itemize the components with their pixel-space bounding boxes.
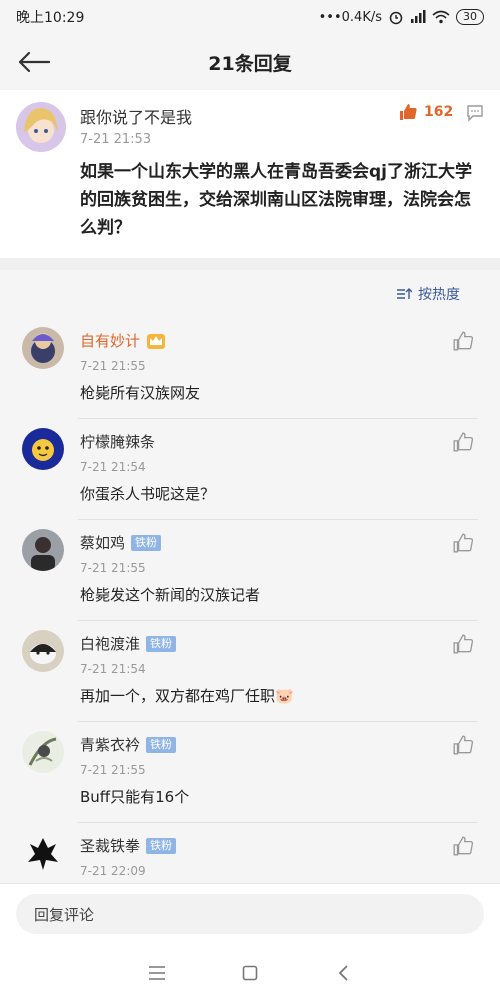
post-time: 7-21 21:53 — [80, 132, 152, 147]
post-body: 如果一个山东大学的黑人在青岛吾委会qj了浙江大学的回族贫困生，交给深圳南山区法院… — [80, 162, 472, 238]
thumbs-up-icon — [453, 331, 474, 351]
menu-button[interactable] — [142, 958, 172, 988]
avatar[interactable] — [22, 529, 64, 571]
reply-time: 7-21 21:55 — [80, 763, 146, 777]
sort-toggle[interactable]: 按热度 — [0, 270, 500, 318]
reply-time: 7-21 22:09 — [80, 864, 146, 878]
reply-author[interactable]: 圣裁铁拳 — [80, 835, 140, 856]
thumbs-up-icon — [453, 634, 474, 654]
avatar[interactable] — [22, 630, 64, 672]
comment-icon — [467, 105, 483, 122]
avatar[interactable] — [22, 832, 64, 874]
reply-bar: 回复评论 — [0, 883, 500, 945]
alarm-icon — [389, 11, 403, 25]
page-title: 21条回复 — [208, 52, 292, 75]
reply-item: 青紫衣衿 铁粉 7-21 21:55 Buff只能有16个 — [0, 722, 500, 823]
nav-back-button[interactable] — [328, 958, 358, 988]
status-bar: 晚上10:29 •••0.4K/s 30 — [0, 0, 500, 34]
reply-list[interactable]: 按热度 自有妙计 7-21 21:55 枪毙所有汉族网友 柠檬腌辣条 7-21 … — [0, 270, 500, 883]
avatar[interactable] — [22, 731, 64, 773]
comment-button[interactable] — [466, 104, 484, 126]
menu-icon — [148, 965, 165, 980]
signal-icon — [411, 10, 426, 23]
reply-text: Buff只能有16个 — [80, 788, 190, 806]
fan-badge: 铁粉 — [146, 635, 177, 652]
status-time: 晚上10:29 — [16, 10, 85, 26]
avatar[interactable] — [22, 327, 64, 369]
status-icons: •••0.4K/s 30 — [319, 9, 484, 25]
thumbs-up-icon — [400, 104, 417, 120]
post-author[interactable]: 跟你说了不是我 — [80, 104, 192, 128]
fan-badge: 铁粉 — [146, 837, 177, 854]
like-button[interactable] — [452, 431, 474, 457]
network-speed: •••0.4K/s — [318, 9, 382, 25]
reply-item: 自有妙计 7-21 21:55 枪毙所有汉族网友 — [0, 318, 500, 419]
reply-time: 7-21 21:55 — [80, 359, 146, 373]
system-nav-bar — [0, 945, 500, 1000]
avatar[interactable] — [16, 102, 66, 152]
sort-icon — [397, 288, 412, 299]
like-button[interactable] — [452, 633, 474, 659]
home-button[interactable] — [235, 958, 265, 988]
crown-vip-icon — [147, 333, 166, 349]
like-button[interactable]: 162 — [398, 102, 453, 122]
reply-input[interactable]: 回复评论 — [16, 894, 484, 934]
fan-badge: 铁粉 — [131, 534, 162, 551]
like-button[interactable] — [452, 532, 474, 558]
original-post: 跟你说了不是我 7-21 21:53 162 如果一个山东大学的黑人在青岛吾委会… — [0, 90, 500, 258]
thumbs-up-icon — [453, 836, 474, 856]
like-button[interactable] — [452, 330, 474, 356]
reply-item: 白袍渡淮 铁粉 7-21 21:54 再加一个，双方都在鸡厂任职🐷 — [0, 621, 500, 722]
home-square-icon — [242, 965, 258, 980]
reply-author[interactable]: 青紫衣衿 — [80, 734, 140, 755]
fan-badge: 铁粉 — [146, 736, 177, 753]
reply-item: 柠檬腌辣条 7-21 21:54 你蛋杀人书呢这是？ — [0, 419, 500, 520]
thumbs-up-icon — [453, 432, 474, 452]
reply-time: 7-21 21:55 — [80, 561, 146, 575]
reply-item: 圣裁铁拳 铁粉 7-21 22:09 — [0, 823, 500, 883]
reply-author[interactable]: 蔡如鸡 — [80, 532, 125, 553]
reply-time: 7-21 21:54 — [80, 662, 146, 676]
reply-text: 再加一个，双方都在鸡厂任职🐷 — [80, 687, 294, 705]
thumbs-up-icon — [453, 533, 474, 553]
reply-text: 枪毙发这个新闻的汉族记者 — [80, 586, 261, 604]
section-divider — [0, 258, 500, 270]
sort-label: 按热度 — [418, 287, 460, 303]
battery-indicator: 30 — [456, 9, 484, 25]
reply-text: 枪毙所有汉族网友 — [80, 384, 201, 402]
reply-author[interactable]: 白袍渡淮 — [80, 633, 140, 654]
like-button[interactable] — [452, 734, 474, 760]
reply-author[interactable]: 柠檬腌辣条 — [80, 431, 155, 452]
like-button[interactable] — [452, 835, 474, 861]
back-button[interactable] — [14, 46, 54, 78]
reply-time: 7-21 21:54 — [80, 460, 146, 474]
chevron-left-icon — [339, 964, 348, 981]
thumbs-up-icon — [453, 735, 474, 755]
like-count: 162 — [424, 104, 454, 120]
reply-author[interactable]: 自有妙计 — [80, 330, 140, 351]
back-arrow-icon — [18, 51, 51, 73]
avatar[interactable] — [22, 428, 64, 470]
reply-text: 你蛋杀人书呢这是？ — [80, 485, 216, 503]
top-bar: 21条回复 — [0, 34, 500, 90]
reply-item: 蔡如鸡 铁粉 7-21 21:55 枪毙发这个新闻的汉族记者 — [0, 520, 500, 621]
wifi-icon — [432, 10, 450, 24]
